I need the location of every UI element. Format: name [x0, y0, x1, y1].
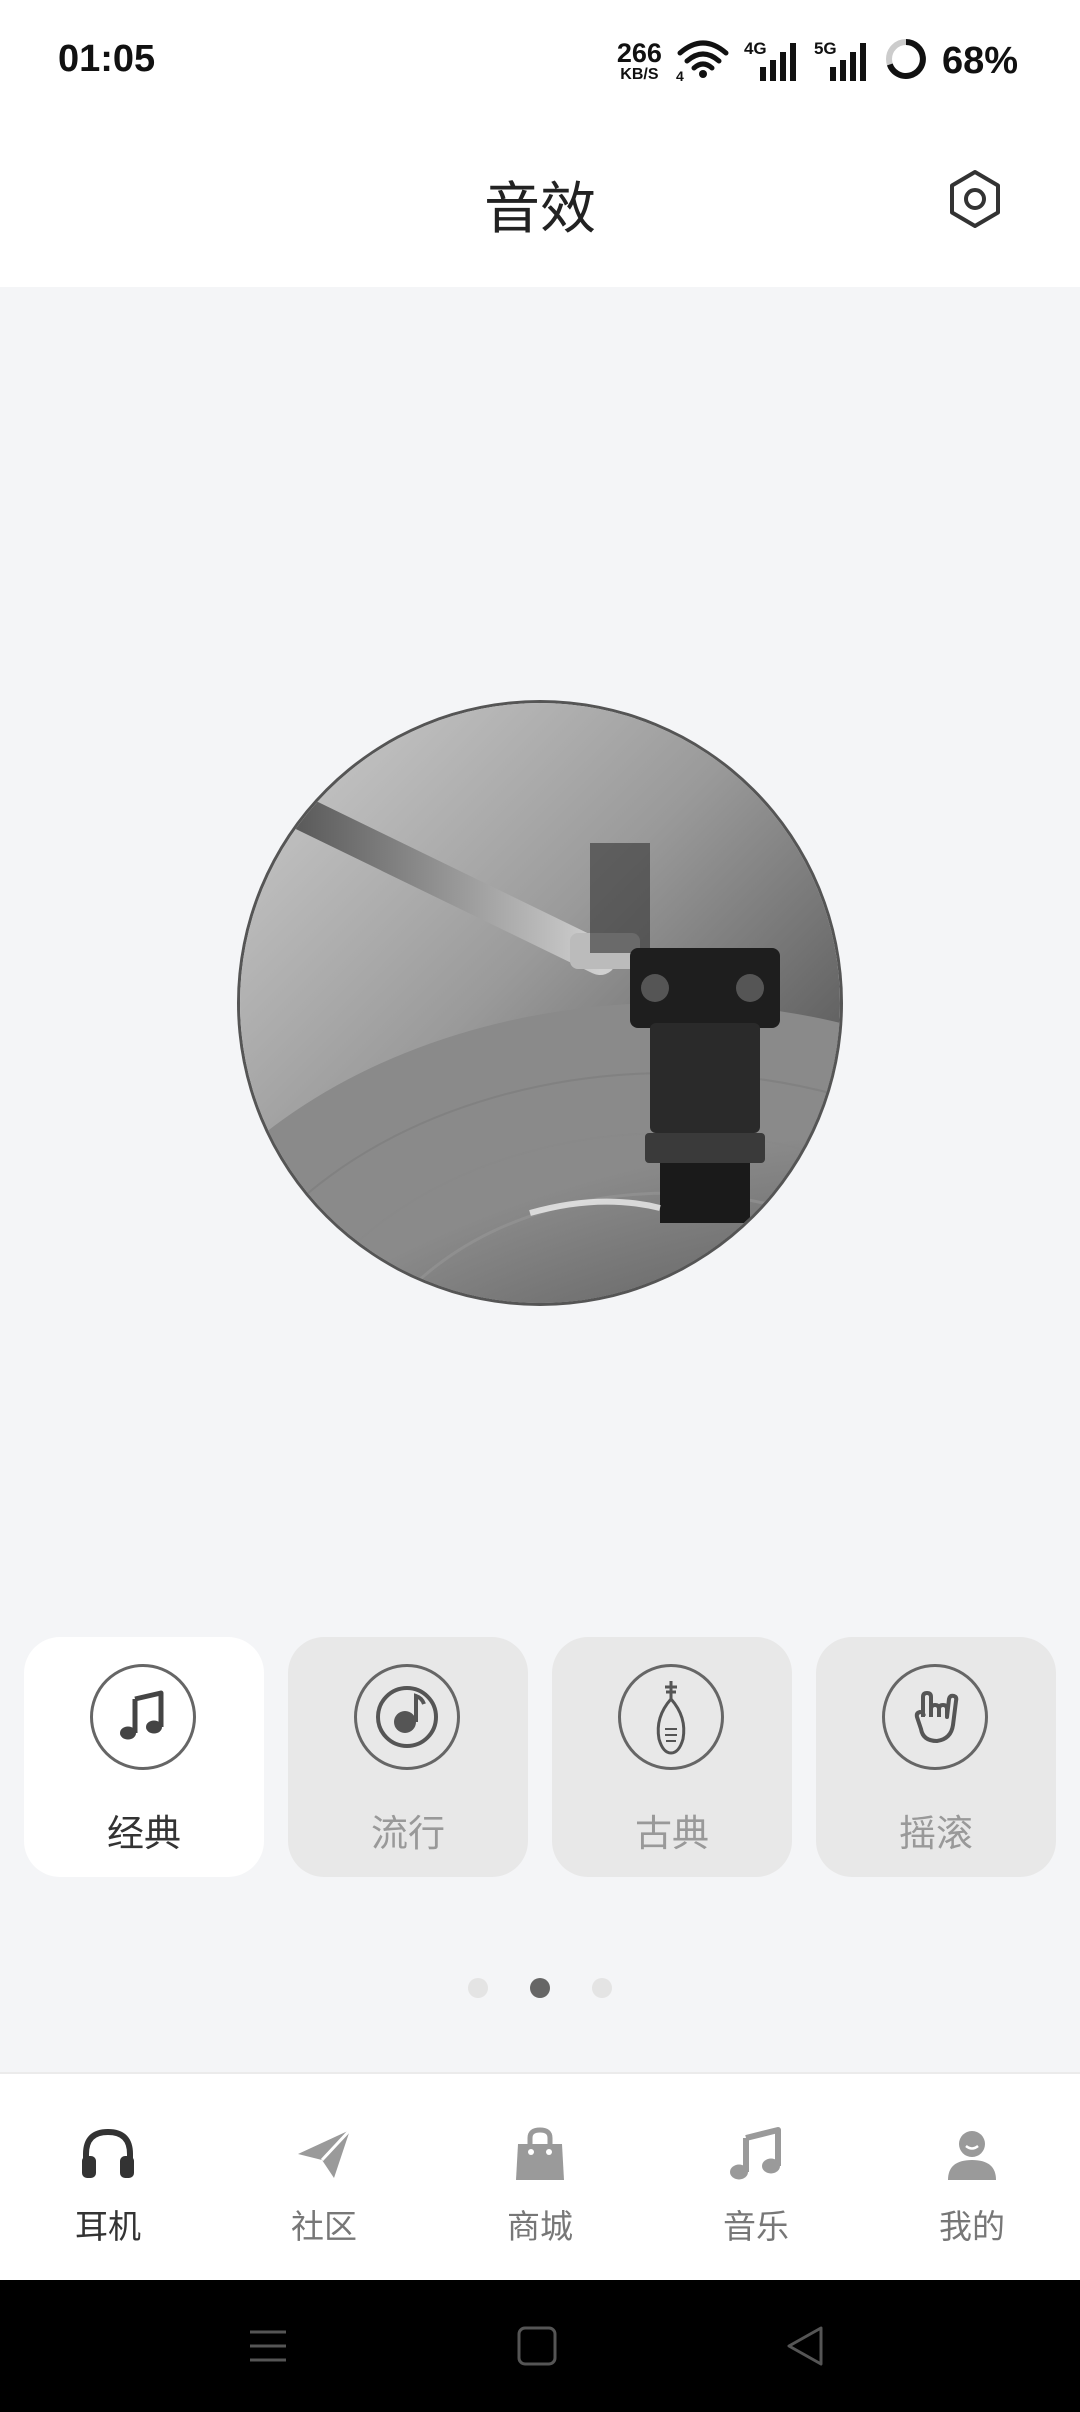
network-speed-unit: KB/S: [620, 65, 659, 83]
sound-effect-artwork: [240, 703, 840, 1303]
status-icons: 266 KB/S 4 4G 5G 68%: [617, 36, 1018, 86]
page-title: 音效: [484, 177, 596, 242]
system-nav-bar: [0, 2280, 1080, 2412]
effect-card-label: 流行: [371, 1812, 445, 1855]
nav-item-earphones[interactable]: 耳机: [0, 2074, 216, 2282]
disc-note-icon: [354, 1664, 460, 1770]
network-speed-value: 266: [616, 37, 662, 68]
music-note-icon: [90, 1664, 196, 1770]
menu-lines-icon[interactable]: [238, 2318, 298, 2374]
status-time: 01:05: [58, 38, 156, 80]
nav-label: 社区: [291, 2207, 357, 2246]
shopping-bag-icon: [510, 2124, 570, 2184]
effect-card-label: 经典: [107, 1812, 181, 1855]
settings-hexagon-icon: [950, 170, 1000, 228]
signal-4g-icon: 4G: [744, 39, 800, 83]
wifi-icon: 4: [676, 37, 730, 85]
nav-item-store[interactable]: 商城: [432, 2074, 648, 2282]
page-dot[interactable]: [468, 1978, 488, 1998]
network-speed: 266 KB/S: [616, 37, 662, 83]
bottom-nav: 耳机 社区 商城 音乐 我的: [0, 2072, 1080, 2280]
pipa-instrument-icon: [618, 1664, 724, 1770]
rock-hand-icon: [882, 1664, 988, 1770]
svg-text:4: 4: [676, 68, 684, 81]
user-icon: [942, 2124, 1002, 2184]
back-triangle-icon[interactable]: [775, 2318, 835, 2374]
effect-card-pop[interactable]: 流行: [288, 1637, 528, 1877]
effect-card-rock[interactable]: 摇滚: [816, 1637, 1056, 1877]
nav-item-music[interactable]: 音乐: [648, 2074, 864, 2282]
nav-label: 音乐: [723, 2207, 789, 2246]
home-square-icon[interactable]: [507, 2318, 567, 2374]
nav-item-community[interactable]: 社区: [216, 2074, 432, 2282]
header: 音效: [0, 124, 1080, 287]
nav-item-me[interactable]: 我的: [864, 2074, 1080, 2282]
settings-button[interactable]: [944, 168, 1006, 230]
status-bar: 01:05 266 KB/S 4 4G 5G 68%: [0, 0, 1080, 124]
page-indicator: [0, 1978, 1080, 1998]
nav-label: 商城: [507, 2207, 573, 2246]
effect-card-classic[interactable]: 经典: [24, 1637, 264, 1877]
effect-card-label: 摇滚: [899, 1812, 973, 1855]
page-dot[interactable]: [592, 1978, 612, 1998]
headphones-icon: [78, 2124, 138, 2184]
nav-label: 耳机: [75, 2207, 141, 2246]
vinyl-record-player-image: [240, 703, 840, 1303]
music-note-icon: [726, 2124, 786, 2184]
effect-cards: 经典 流行 古典 摇滚: [24, 1637, 1056, 1877]
paper-plane-icon: [294, 2124, 354, 2184]
page-dot-active[interactable]: [530, 1978, 550, 1998]
signal-5g-icon: 5G: [814, 39, 870, 83]
effect-card-classical[interactable]: 古典: [552, 1637, 792, 1877]
nav-label: 我的: [939, 2207, 1005, 2246]
effect-card-label: 古典: [635, 1812, 709, 1855]
battery-ring-icon: [884, 37, 928, 85]
battery-percent: 68%: [941, 39, 1018, 82]
